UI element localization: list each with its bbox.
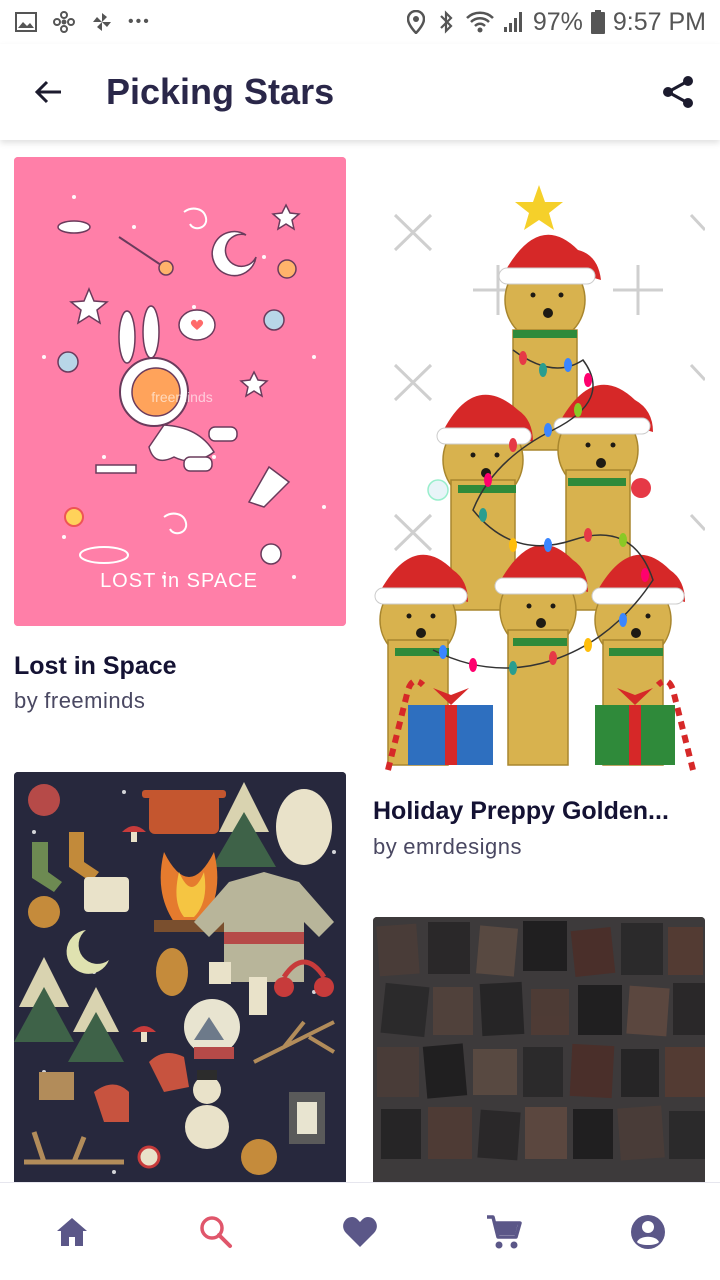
artist-prefix: by bbox=[14, 688, 39, 713]
artwork-watermark: freeminds bbox=[151, 389, 212, 405]
arrow-left-icon bbox=[34, 80, 61, 104]
product-grid: LOST in SPACE freeminds Lost in Space by… bbox=[0, 140, 720, 1182]
signal-icon bbox=[503, 10, 525, 34]
page-title: Picking Stars bbox=[106, 71, 335, 112]
app-bar: Picking Stars bbox=[0, 44, 720, 140]
product-title: Holiday Preppy Golden... bbox=[373, 797, 669, 825]
location-icon bbox=[405, 10, 427, 34]
home-icon bbox=[57, 1217, 87, 1246]
artist-name: emrdesigns bbox=[403, 834, 522, 859]
more-notifications-indicator: ••• bbox=[128, 13, 151, 30]
account-icon bbox=[631, 1214, 665, 1249]
clock-time: 9:57 PM bbox=[612, 7, 706, 36]
product-artist: by emrdesigns bbox=[373, 834, 522, 860]
cart-icon bbox=[487, 1214, 522, 1248]
product-card-lost-in-space[interactable]: LOST in SPACE freeminds Lost in Space by… bbox=[14, 157, 346, 717]
nav-favorites[interactable] bbox=[324, 1196, 396, 1268]
product-card-winter-pattern[interactable] bbox=[14, 772, 346, 1182]
winter-pattern-artwork bbox=[14, 772, 346, 1182]
dark-tiles-artwork bbox=[373, 917, 705, 1182]
share-icon bbox=[663, 76, 693, 108]
pinwheel-icon bbox=[90, 10, 114, 34]
golden-retriever-tree-artwork bbox=[373, 180, 705, 780]
wifi-icon bbox=[465, 10, 495, 34]
product-image[interactable] bbox=[14, 772, 346, 1182]
back-button[interactable] bbox=[25, 68, 73, 116]
share-button[interactable] bbox=[654, 68, 702, 116]
artist-prefix: by bbox=[373, 834, 398, 859]
heart-icon bbox=[343, 1216, 377, 1247]
product-artist: by freeminds bbox=[14, 688, 145, 714]
product-card-holiday-preppy-golden[interactable]: Holiday Preppy Golden... by emrdesigns bbox=[373, 180, 705, 870]
bluetooth-icon bbox=[435, 10, 457, 34]
nav-home[interactable] bbox=[36, 1196, 108, 1268]
battery-icon bbox=[590, 10, 605, 34]
bottom-navigation bbox=[0, 1182, 720, 1280]
nav-account[interactable] bbox=[612, 1196, 684, 1268]
gallery-icon bbox=[14, 10, 38, 34]
battery-percentage: 97% bbox=[532, 7, 583, 36]
lost-in-space-artwork: LOST in SPACE freeminds bbox=[14, 157, 346, 626]
artist-name: freeminds bbox=[44, 688, 146, 713]
nav-cart[interactable] bbox=[468, 1196, 540, 1268]
product-image[interactable] bbox=[373, 180, 705, 780]
product-image[interactable]: LOST in SPACE freeminds bbox=[14, 157, 346, 626]
product-title: Lost in Space bbox=[14, 652, 177, 680]
product-image[interactable] bbox=[373, 917, 705, 1182]
artwork-caption: LOST in SPACE bbox=[100, 570, 258, 592]
status-bar: ••• 97% 9:57 PM bbox=[0, 0, 720, 44]
nav-search[interactable] bbox=[180, 1196, 252, 1268]
product-card-dark-pattern[interactable] bbox=[373, 917, 705, 1182]
fan-icon bbox=[52, 10, 76, 34]
search-icon bbox=[200, 1215, 232, 1248]
